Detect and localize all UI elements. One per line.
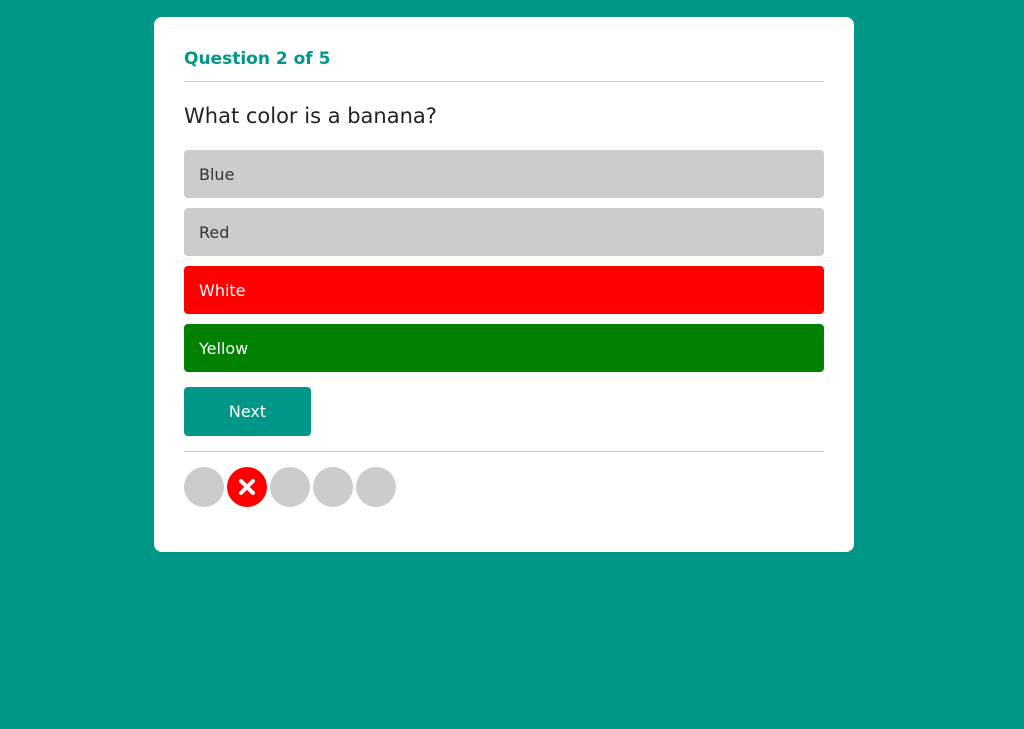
answer-label: Blue [199, 164, 235, 184]
header-divider [184, 81, 824, 82]
footer-divider [184, 451, 824, 452]
answer-option-white[interactable]: White [184, 266, 824, 314]
answer-label: Yellow [199, 338, 249, 358]
progress-dot-1 [184, 467, 224, 507]
close-icon [239, 479, 255, 495]
answer-label: White [199, 280, 246, 300]
quiz-card: Question 2 of 5 What color is a banana? … [154, 17, 854, 552]
next-button[interactable]: Next [184, 387, 311, 436]
question-progress-label: Question 2 of 5 [184, 49, 331, 69]
answer-option-red[interactable]: Red [184, 208, 824, 256]
answer-option-blue[interactable]: Blue [184, 150, 824, 198]
progress-dot-3 [270, 467, 310, 507]
answer-list: Blue Red White Yellow [184, 150, 824, 372]
answer-label: Red [199, 222, 230, 242]
answer-option-yellow[interactable]: Yellow [184, 324, 824, 372]
progress-dot-2 [227, 467, 267, 507]
progress-dot-5 [356, 467, 396, 507]
question-text: What color is a banana? [184, 104, 437, 128]
progress-dot-4 [313, 467, 353, 507]
progress-dots [184, 467, 824, 507]
